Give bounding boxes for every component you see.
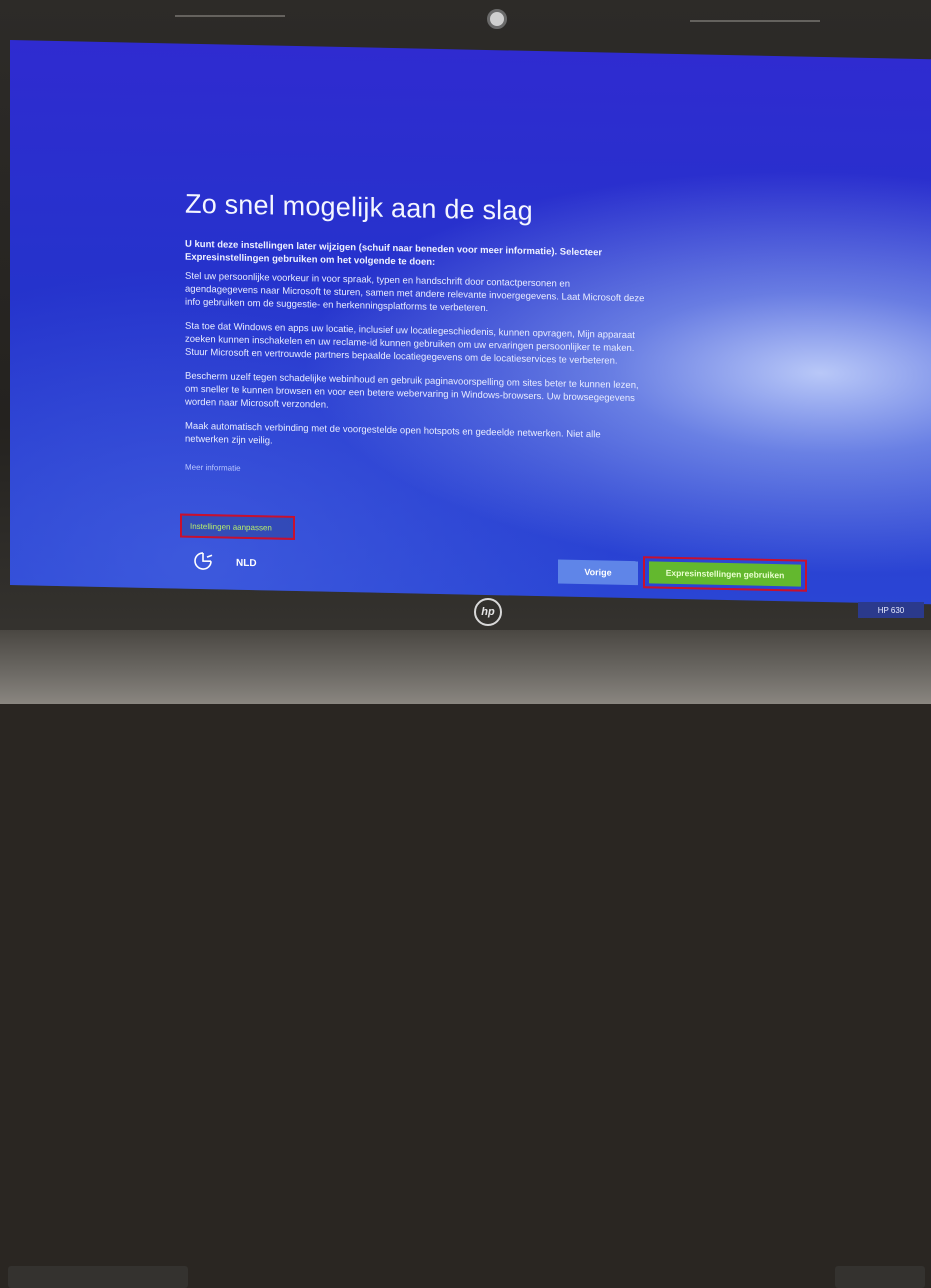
page-title: Zo snel mogelijk aan de slag	[185, 188, 533, 226]
paragraph-location: Sta toe dat Windows en apps uw locatie, …	[185, 320, 635, 367]
paragraph-network: Maak automatisch verbinding met de voorg…	[185, 420, 601, 447]
intro-text: U kunt deze instellingen later wijzigen …	[185, 238, 603, 268]
hp-logo: hp	[474, 598, 502, 626]
express-settings-highlight: Expresinstellingen gebruiken	[643, 556, 807, 592]
hinge-left	[8, 1266, 188, 1288]
hinge-right	[835, 1266, 925, 1288]
bottom-bar: NLD	[192, 550, 257, 576]
model-badge: HP 630	[858, 602, 924, 618]
express-settings-button[interactable]: Expresinstellingen gebruiken	[649, 561, 801, 587]
webcam	[487, 9, 507, 29]
ease-of-access-icon[interactable]	[192, 550, 214, 575]
bezel-glare	[690, 20, 820, 22]
setup-content: Zo snel mogelijk aan de slag U kunt deze…	[185, 189, 645, 485]
laptop-bezel: Zo snel mogelijk aan de slag U kunt deze…	[0, 0, 931, 1288]
back-button[interactable]: Vorige	[558, 559, 638, 586]
customize-settings-link[interactable]: Instellingen aanpassen	[180, 513, 295, 540]
paragraph-browser: Bescherm uzelf tegen schadelijke webinho…	[185, 370, 639, 411]
screen: Zo snel mogelijk aan de slag U kunt deze…	[10, 40, 931, 605]
language-indicator[interactable]: NLD	[236, 558, 257, 569]
paragraph-speech: Stel uw persoonlijke voorkeur in voor sp…	[185, 270, 645, 315]
more-info-link[interactable]: Meer informatie	[185, 463, 241, 473]
bezel-glare	[175, 15, 285, 17]
laptop-hinge	[0, 630, 931, 1288]
